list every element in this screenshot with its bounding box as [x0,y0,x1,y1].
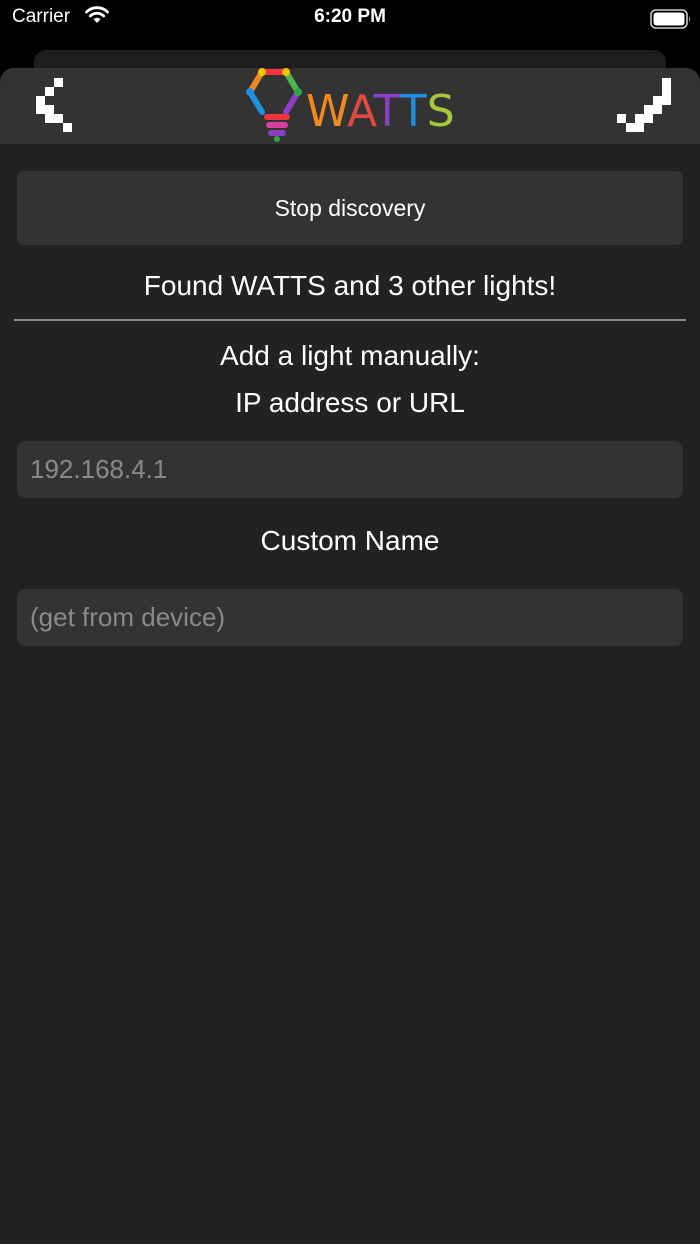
custom-name-label: Custom Name [260,525,440,556]
discovery-sheet: WATTS Stop discovery Found WATTS and 3 o… [0,68,700,1244]
divider [14,319,686,321]
done-button[interactable] [614,76,674,136]
ip-address-input[interactable] [17,441,683,498]
chevron-left-icon [36,78,72,132]
clock: 6:20 PM [314,6,386,27]
watts-logo: WATTS [240,68,460,144]
svg-text:WATTS: WATTS [306,86,455,137]
discovery-result-text: Found WATTS and 3 other lights! [143,270,557,301]
manual-add-heading: Add a light manually: IP address or URL [0,332,700,426]
status-bar: Carrier 6:20 PM [0,0,700,40]
back-button[interactable] [36,76,76,136]
checkmark-icon [617,78,671,132]
custom-name-input[interactable] [17,589,683,646]
navigation-bar: WATTS [0,68,700,144]
manual-add-subtitle: IP address or URL [235,387,465,418]
stop-discovery-button[interactable]: Stop discovery [17,171,683,245]
battery-icon [650,9,692,34]
manual-add-title: Add a light manually: [220,340,480,371]
